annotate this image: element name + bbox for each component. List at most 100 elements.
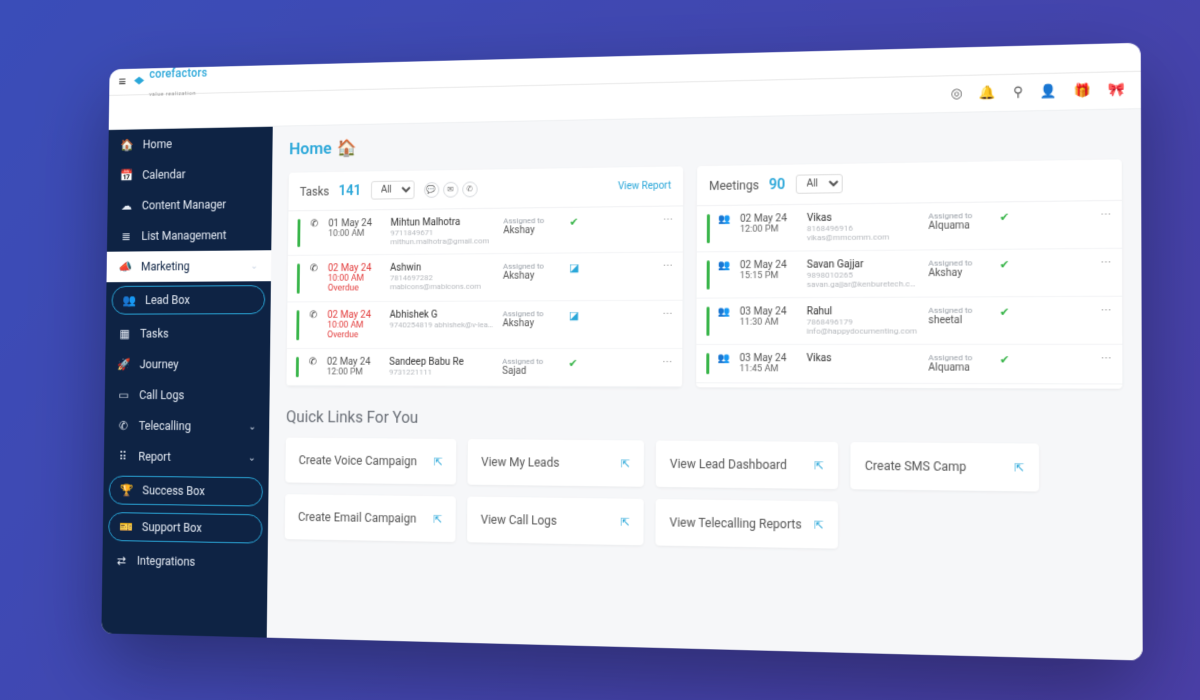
grid-icon: ▦ bbox=[118, 327, 131, 340]
sidebar-item-label: Support Box bbox=[142, 520, 202, 535]
sidebar-item-lead-box[interactable]: 👥 Lead Box bbox=[111, 285, 265, 315]
sidebar-item-content-manager[interactable]: ☁ Content Manager bbox=[107, 188, 272, 221]
link-icon[interactable]: ⚲ bbox=[1013, 85, 1023, 101]
list-item[interactable]: ✆ 02 May 2410:00 AMOverdue Abhishek G974… bbox=[287, 301, 683, 349]
item-name: Mihtun Malhotra9711849671mithun.malhotra… bbox=[390, 217, 495, 247]
item-name: Rahul7868496179info@happydocumenting.com bbox=[807, 306, 920, 336]
users-icon: 👥 bbox=[123, 294, 136, 307]
quick-link-label: View Telecalling Reports bbox=[669, 515, 801, 531]
list-item[interactable]: ✆ 02 May 2410:00 AMOverdue Ashwin7814697… bbox=[287, 253, 682, 303]
more-icon[interactable]: ⋯ bbox=[1101, 257, 1112, 269]
chat-icon[interactable]: 💬 bbox=[424, 182, 439, 198]
quick-link-card[interactable]: View Telecalling Reports ⇱ bbox=[655, 499, 838, 549]
external-icon: ⇱ bbox=[1014, 461, 1024, 475]
item-date: 01 May 2410:00 AM bbox=[328, 218, 383, 239]
quick-link-label: Create Email Campaign bbox=[298, 510, 416, 526]
item-assigned: Assigned toAkshay bbox=[503, 216, 561, 236]
quick-link-card[interactable]: View My Leads ⇱ bbox=[467, 439, 644, 487]
more-icon[interactable]: ⋯ bbox=[663, 215, 673, 226]
item-assigned: Assigned toAkshay bbox=[928, 258, 991, 279]
meetings-filter-select[interactable]: All bbox=[795, 174, 842, 194]
phone-icon[interactable]: ✆ bbox=[462, 181, 477, 197]
external-icon: ⇱ bbox=[621, 457, 630, 470]
sidebar-item-home[interactable]: 🏠 Home bbox=[108, 127, 272, 161]
list-item[interactable]: ✆ 02 May 2412:00 PM Sandeep Babu Re97312… bbox=[286, 349, 682, 387]
status-icon: ✔ bbox=[1000, 210, 1017, 224]
group-icon: 👥 bbox=[718, 260, 732, 271]
item-name: Ashwin7814697282mabicons@mabicons.com bbox=[390, 262, 495, 291]
tasks-filter-select[interactable]: All bbox=[370, 180, 414, 199]
sidebar-item-label: Marketing bbox=[141, 260, 190, 274]
list-item[interactable]: 👥 02 May 2412:00 PM Vikas8168496916vikas… bbox=[697, 201, 1122, 253]
list-item[interactable]: 👥 02 May 2415:15 PM Savan Gajjar98980102… bbox=[697, 249, 1123, 299]
item-name: Vikas bbox=[807, 353, 920, 364]
tasks-channel-icons: 💬 ✉ ✆ bbox=[424, 181, 478, 197]
sidebar-item-label: Content Manager bbox=[142, 198, 226, 213]
sidebar-item-report[interactable]: ⠿ Report ⌄ bbox=[104, 441, 269, 474]
sidebar-item-label: List Management bbox=[141, 228, 226, 242]
quick-link-card[interactable]: View Lead Dashboard ⇱ bbox=[656, 441, 838, 490]
tasks-panel: Tasks 141 All 💬 ✉ ✆ View Report ✆ 01 May bbox=[286, 166, 683, 387]
quick-link-card[interactable]: Create Voice Campaign ⇱ bbox=[285, 438, 456, 485]
sidebar-item-label: Journey bbox=[140, 358, 179, 372]
item-name: Sandeep Babu Re9731221111 bbox=[389, 357, 495, 377]
panels-row: Tasks 141 All 💬 ✉ ✆ View Report ✆ 01 May bbox=[286, 159, 1122, 388]
sidebar-item-integrations[interactable]: ⇄ Integrations bbox=[102, 545, 268, 579]
page-title: Home 🏠 bbox=[289, 124, 1122, 159]
sidebar-item-calendar[interactable]: 📅 Calendar bbox=[108, 158, 273, 191]
quick-link-label: Create Voice Campaign bbox=[299, 453, 417, 468]
target-icon[interactable]: ◎ bbox=[951, 86, 963, 102]
brand-name: corefactors bbox=[149, 65, 207, 80]
tasks-panel-head: Tasks 141 All 💬 ✉ ✆ View Report bbox=[288, 166, 683, 211]
chevron-down-icon: ⌄ bbox=[248, 452, 256, 463]
list-item[interactable]: 👥 03 May 2411:45 AM Vikas Assigned toAlq… bbox=[696, 345, 1122, 385]
phone-icon: ✆ bbox=[117, 419, 130, 433]
view-report-link[interactable]: View Report bbox=[618, 181, 671, 193]
more-icon[interactable]: ⋯ bbox=[663, 309, 673, 320]
list-item[interactable]: ✆ 01 May 2410:00 AM Mihtun Malhotra97118… bbox=[288, 206, 683, 255]
sidebar-item-support-box[interactable]: 🎫 Support Box bbox=[108, 512, 262, 544]
more-icon[interactable]: ⋯ bbox=[1101, 353, 1112, 364]
tasks-title: Tasks bbox=[300, 184, 330, 198]
present-icon[interactable]: 🎀 bbox=[1108, 82, 1125, 98]
sidebar-item-journey[interactable]: 🚀 Journey bbox=[105, 349, 270, 380]
ticket-icon: 🎫 bbox=[120, 520, 133, 534]
gift-icon[interactable]: 🎁 bbox=[1074, 83, 1091, 99]
chevron-down-icon: ⌄ bbox=[248, 421, 256, 432]
user-icon[interactable]: 👤 bbox=[1040, 84, 1057, 100]
status-icon: ◪ bbox=[569, 309, 585, 322]
sidebar-item-list-management[interactable]: ≣ List Management bbox=[107, 219, 272, 251]
item-date: 02 May 2412:00 PM bbox=[327, 357, 382, 378]
item-name: Savan Gajjar9898010265savan.gajjar@kenbu… bbox=[807, 259, 920, 289]
bell-icon[interactable]: 🔔 bbox=[979, 85, 996, 101]
mail-icon[interactable]: ✉ bbox=[443, 181, 458, 197]
quick-link-card[interactable]: Create Email Campaign ⇱ bbox=[285, 494, 456, 542]
item-date: 02 May 2412:00 PM bbox=[740, 213, 799, 235]
sidebar-item-label: Integrations bbox=[137, 554, 196, 569]
sidebar-item-label: Report bbox=[138, 450, 171, 464]
quick-link-card[interactable]: View Call Logs ⇱ bbox=[467, 497, 644, 546]
item-assigned: Assigned toSajad bbox=[502, 357, 561, 377]
calendar-icon: 📅 bbox=[121, 169, 134, 183]
sidebar-item-success-box[interactable]: 🏆 Success Box bbox=[109, 476, 263, 507]
more-icon[interactable]: ⋯ bbox=[1101, 305, 1112, 317]
more-icon[interactable]: ⋯ bbox=[662, 357, 672, 368]
sidebar-item-label: Telecalling bbox=[139, 419, 191, 433]
quick-link-label: View Lead Dashboard bbox=[670, 457, 787, 472]
sidebar-item-label: Lead Box bbox=[145, 293, 190, 307]
external-icon: ⇱ bbox=[814, 459, 823, 472]
quick-links-title: Quick Links For You bbox=[286, 407, 1123, 431]
sidebar-item-tasks[interactable]: ▦ Tasks bbox=[106, 318, 271, 349]
list-item[interactable]: 👥 03 May 2411:30 AM Rahul7868496179info@… bbox=[696, 297, 1122, 345]
more-icon[interactable]: ⋯ bbox=[663, 261, 673, 272]
sidebar-item-telecalling[interactable]: ✆ Telecalling ⌄ bbox=[104, 410, 269, 442]
sidebar-item-marketing[interactable]: 📣 Marketing ⌄ bbox=[107, 250, 272, 282]
sidebar-item-call-logs[interactable]: ▭ Call Logs bbox=[105, 380, 270, 412]
external-icon: ⇱ bbox=[433, 512, 442, 525]
quick-link-card[interactable]: Create SMS Camp ⇱ bbox=[850, 442, 1039, 491]
more-icon[interactable]: ⋯ bbox=[1100, 209, 1111, 221]
list-icon: ≣ bbox=[120, 230, 133, 243]
sidebar-item-label: Tasks bbox=[140, 327, 169, 340]
logo-mark-icon bbox=[133, 75, 146, 89]
menu-icon[interactable]: ≡ bbox=[118, 74, 126, 90]
